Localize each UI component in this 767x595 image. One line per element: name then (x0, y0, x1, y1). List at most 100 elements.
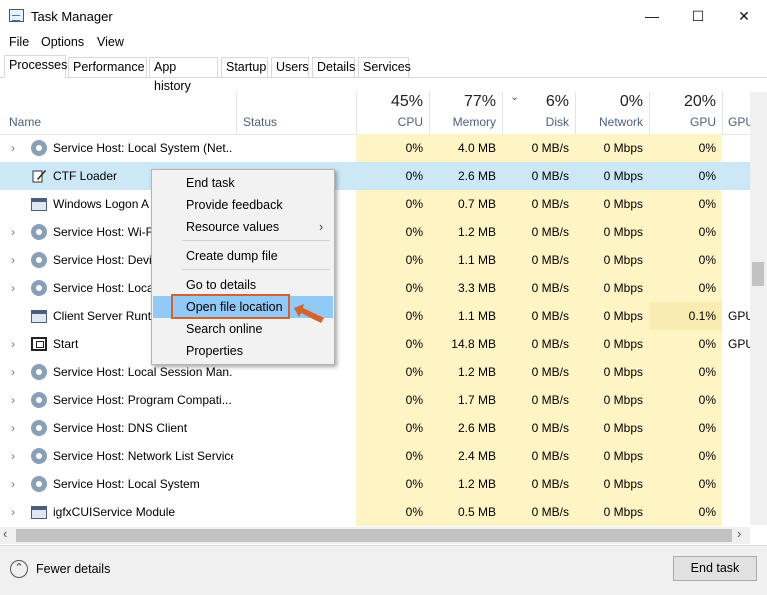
gpu-value: 0% (698, 281, 716, 295)
column-network[interactable]: Network (576, 115, 643, 129)
gear-icon (31, 448, 47, 464)
memory-value: 2.6 MB (457, 421, 496, 435)
vertical-scrollbar[interactable] (750, 92, 767, 525)
cpu-value: 0% (405, 169, 423, 183)
expand-chevron-icon[interactable]: › (11, 414, 15, 442)
column-memory[interactable]: Memory (430, 115, 496, 129)
collapse-chevron-icon[interactable]: ⌃ (10, 560, 28, 578)
menu-options[interactable]: Options (41, 35, 84, 49)
gpu-value: 0% (698, 141, 716, 155)
tab-app-history[interactable]: App history (149, 57, 218, 93)
network-value: 0 Mbps (603, 141, 643, 155)
column-name[interactable]: Name (9, 115, 41, 129)
tab-processes[interactable]: Processes (4, 55, 67, 78)
gpu-value: 0% (698, 421, 716, 435)
expand-chevron-icon[interactable]: › (11, 442, 15, 470)
table-row[interactable]: › Service Host: Local Session Man... 0% 1.2… (0, 358, 750, 386)
menu-item-properties[interactable]: Properties (153, 340, 333, 362)
table-row[interactable]: › Service Host: Local System (Net... 0% 4.0… (0, 134, 750, 162)
horizontal-scroll-thumb[interactable] (16, 529, 732, 542)
window-icon (31, 310, 47, 323)
table-row[interactable]: › Service Host: Devic 0% 1.1 MB 0 MB/s 0 Mbps… (0, 246, 750, 274)
disk-value: 0 MB/s (531, 169, 569, 183)
footer-bar (0, 545, 767, 595)
gear-icon (31, 140, 47, 156)
menu-item-resource-values[interactable]: Resource values › (153, 216, 333, 238)
menu-item-label: Provide feedback (186, 198, 283, 212)
disk-value: 0 MB/s (531, 393, 569, 407)
table-row[interactable]: › Start 0% 14.8 MB 0 MB/s 0 Mbps 0% GPU (0, 330, 750, 358)
menu-item-go-to-details[interactable]: Go to details (153, 274, 333, 296)
column-disk[interactable]: Disk (503, 115, 569, 129)
task-manager-icon (9, 9, 24, 22)
expand-chevron-icon[interactable]: › (11, 386, 15, 414)
network-value: 0 Mbps (603, 169, 643, 183)
disk-value: 0 MB/s (531, 505, 569, 519)
close-button[interactable]: ✕ (721, 0, 767, 32)
menu-file[interactable]: File (9, 35, 29, 49)
table-row[interactable]: Client Server Runti 0% 1.1 MB 0 MB/s 0 Mbps 0… (0, 302, 750, 330)
network-value: 0 Mbps (603, 309, 643, 323)
gpu-engine-value (728, 442, 750, 470)
expand-chevron-icon[interactable]: › (11, 330, 15, 358)
memory-value: 1.2 MB (457, 365, 496, 379)
expand-chevron-icon[interactable]: › (11, 246, 15, 274)
gpu-engine-value (728, 190, 750, 218)
menu-item-label: Go to details (186, 278, 257, 292)
gpu-engine-value: GPU (728, 309, 750, 323)
tab-details[interactable]: Details (312, 57, 355, 77)
expand-chevron-icon[interactable]: › (11, 274, 15, 302)
menu-item-provide-feedback[interactable]: Provide feedback (153, 194, 333, 216)
scroll-right-icon[interactable]: › (737, 526, 741, 541)
memory-value: 1.1 MB (457, 253, 496, 267)
column-status[interactable]: Status (243, 115, 277, 129)
memory-value: 14.8 MB (451, 337, 496, 351)
end-task-button[interactable]: End task (673, 556, 757, 581)
vertical-scroll-thumb[interactable] (752, 262, 764, 286)
disk-value: 0 MB/s (531, 421, 569, 435)
column-gpu-engine[interactable]: GPU en (728, 115, 750, 129)
disk-value: 0 MB/s (531, 225, 569, 239)
column-gpu[interactable]: GPU (650, 115, 716, 129)
table-row[interactable]: › Service Host: Local 0% 3.3 MB 0 MB/s 0 Mbps… (0, 274, 750, 302)
expand-chevron-icon[interactable]: › (11, 358, 15, 386)
menu-item-end-task[interactable]: End task (153, 172, 333, 194)
table-row[interactable]: › Service Host: Program Compati... 0% 1.7 M… (0, 386, 750, 414)
table-row[interactable]: › Service Host: Network List Service 0% 2.4… (0, 442, 750, 470)
table-row[interactable]: CTF Loader 0% 2.6 MB 0 MB/s 0 Mbps 0% (0, 162, 750, 190)
expand-chevron-icon[interactable]: › (11, 498, 15, 526)
fewer-details-link[interactable]: Fewer details (36, 562, 110, 576)
tab-startup[interactable]: Startup (221, 57, 268, 77)
gpu-value: 0.1% (688, 309, 716, 323)
gpu-engine-value (728, 386, 750, 414)
memory-value: 2.4 MB (457, 449, 496, 463)
window-title: Task Manager (31, 9, 113, 24)
table-row[interactable]: Windows Logon A 0% 0.7 MB 0 MB/s 0 Mbps 0% (0, 190, 750, 218)
table-row[interactable]: › igfxCUIService Module 0% 0.5 MB 0 MB/s 0 Mb… (0, 498, 750, 526)
memory-value: 1.1 MB (457, 309, 496, 323)
expand-chevron-icon[interactable]: › (11, 218, 15, 246)
tab-users[interactable]: Users (271, 57, 309, 77)
memory-value: 4.0 MB (457, 141, 496, 155)
memory-value: 1.2 MB (457, 225, 496, 239)
gpu-engine-value (728, 498, 750, 526)
column-cpu[interactable]: CPU (357, 115, 423, 129)
process-name: Service Host: Program Compati... (53, 393, 232, 407)
window-icon (31, 506, 47, 519)
table-row[interactable]: › Service Host: DNS Client 0% 2.6 MB 0 MB/s 0… (0, 414, 750, 442)
cpu-value: 0% (405, 365, 423, 379)
expand-chevron-icon[interactable]: › (11, 470, 15, 498)
maximize-button[interactable]: ☐ (675, 0, 721, 32)
gpu-value: 0% (698, 365, 716, 379)
table-row[interactable]: › Service Host: Local System 0% 1.2 MB 0 MB/… (0, 470, 750, 498)
tab-performance[interactable]: Performance (68, 57, 147, 77)
column-divider (722, 92, 723, 135)
table-row[interactable]: › Service Host: Wi-Fi 0% 1.2 MB 0 MB/s 0 Mbps… (0, 218, 750, 246)
tab-services[interactable]: Services (358, 57, 411, 77)
scroll-left-icon[interactable]: ‹ (3, 526, 7, 541)
expand-chevron-icon[interactable]: › (11, 134, 15, 162)
menu-item-create-dump-file[interactable]: Create dump file (153, 245, 333, 267)
menu-view[interactable]: View (97, 35, 124, 49)
start-icon (31, 337, 47, 351)
minimize-button[interactable]: — (629, 0, 675, 32)
